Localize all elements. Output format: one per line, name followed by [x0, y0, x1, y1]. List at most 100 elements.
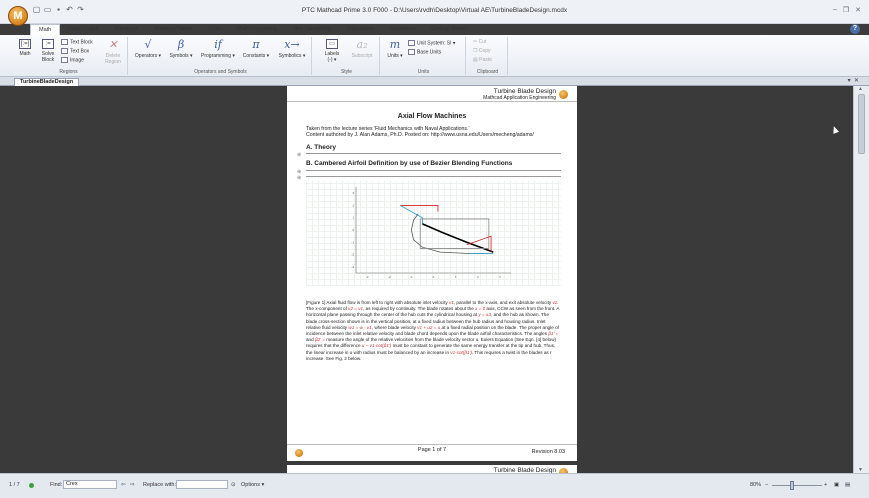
restore-icon[interactable]: ❐: [843, 6, 849, 14]
subscript-button[interactable]: a₂ Subscript: [348, 38, 376, 60]
section-b-heading: B. Cambered Airfoil Definition by use of…: [306, 160, 513, 167]
options-dropdown[interactable]: Options ▾: [241, 481, 264, 489]
help-icon[interactable]: ?: [850, 24, 860, 34]
zoom-in-icon[interactable]: +: [824, 481, 827, 489]
x-tick-label: 3: [499, 275, 501, 279]
caption-text: blade velocity: [388, 324, 416, 330]
caption-text: and: [306, 337, 314, 343]
text-box-button[interactable]: Text Box: [61, 48, 89, 55]
operators-button[interactable]: √ Operators ▾: [134, 39, 162, 60]
minimize-icon[interactable]: –: [833, 6, 837, 14]
text-box-label: Text Box: [70, 48, 90, 55]
replace-input[interactable]: [176, 480, 228, 489]
worksheet-page-2[interactable]: Turbine Blade Design: [287, 465, 577, 473]
caption-var-xaxis: x = 0: [475, 306, 486, 312]
tab-math-formatting[interactable]: Math Formatting: [229, 24, 285, 35]
image-label: Image: [70, 57, 84, 64]
solve-block-button[interactable]: := Solve Block: [38, 39, 58, 63]
replace-label: Replace with:: [143, 482, 177, 488]
close-icon[interactable]: ✕: [855, 6, 861, 14]
y-tick-label: 0: [352, 228, 354, 232]
find-next-icon[interactable]: ⇨: [130, 481, 135, 489]
plot-region[interactable]: -3 -3 -2 -2 -1 -1 0 0 1 1 2 2 3 3: [306, 181, 561, 286]
tab-math[interactable]: Math: [30, 24, 61, 35]
operators-group-label: Operators and Symbols: [194, 69, 247, 75]
unit-system-dropdown[interactable]: Unit System: SI ▾: [408, 40, 455, 47]
subscript-label: Subscript: [351, 53, 373, 59]
labels-button[interactable]: ▭ Labels (-) ▾: [322, 39, 342, 63]
symbols-button[interactable]: β Symbols ▾: [168, 39, 194, 60]
zoom-level: 80%: [750, 482, 762, 488]
window-title: PTC Mathcad Prime 3.0 F000 - D:\Users\rv…: [301, 7, 568, 14]
delete-region-label: Delete Region: [105, 53, 121, 65]
page-view-icon[interactable]: ▣: [834, 481, 839, 489]
close-document-icon[interactable]: ✕: [854, 78, 859, 84]
image-button[interactable]: Image: [61, 57, 84, 64]
figure-caption: [Figure 1] Axial fluid flow is from left…: [306, 300, 560, 361]
find-prev-icon[interactable]: ⇦: [121, 481, 126, 489]
operators-label: Operators: [134, 53, 158, 59]
replace-icon[interactable]: ⊙: [231, 481, 236, 489]
calc-status-icon: [29, 483, 34, 488]
caption-text: velocity: [535, 300, 552, 305]
xy-plot[interactable]: -3 -3 -2 -2 -1 -1 0 0 1 1 2 2 3 3: [306, 181, 561, 286]
vertical-scrollbar[interactable]: ▲ ▼: [853, 86, 869, 473]
tab-text-formatting[interactable]: Text Formatting: [285, 24, 339, 35]
zoom-slider-thumb[interactable]: [790, 481, 794, 490]
y-tick-label: -3: [351, 265, 354, 269]
tab-input-output[interactable]: Input/Output: [60, 24, 106, 35]
units-label: Units: [387, 53, 399, 59]
copy-button[interactable]: ❐ Copy: [473, 48, 491, 55]
plot-series-1: [400, 205, 423, 224]
constants-button[interactable]: π Constants ▾: [241, 39, 271, 60]
find-input[interactable]: Crex: [63, 480, 117, 489]
y-tick-label: -1: [351, 240, 354, 244]
symbols-label: Symbols: [169, 53, 189, 59]
paste-label: Paste: [479, 57, 492, 63]
worksheet-page[interactable]: Turbine Blade Design Mathcad Application…: [287, 86, 577, 461]
zoom-out-icon[interactable]: −: [765, 481, 768, 489]
header-logo-icon: [559, 90, 568, 99]
symbolics-button[interactable]: x→ Symbolics ▾: [276, 39, 308, 60]
base-units-button[interactable]: Base Units: [408, 49, 441, 56]
collapsed-area-marker[interactable]: ⊕: [297, 152, 301, 158]
text-block-button[interactable]: Text Block: [61, 39, 93, 46]
tab-list-icon[interactable]: ▾: [848, 78, 851, 84]
scroll-up-icon[interactable]: ▲: [858, 86, 863, 92]
status-bar: 1 / 7 Find: Crex ⇦ ⇨ Replace with: ⊙ Opt…: [0, 473, 869, 498]
math-region-button[interactable]: [:=] Math: [16, 39, 34, 57]
tab-document[interactable]: Document: [382, 24, 423, 35]
tab-plots[interactable]: Plots: [201, 24, 229, 35]
tab-getting-started[interactable]: Getting Started: [423, 24, 476, 35]
units-group: m Units ▾ Unit System: SI ▾ Base Units U…: [382, 37, 466, 75]
footer-rule: [287, 444, 577, 445]
delete-icon: ✕: [108, 38, 118, 51]
math-label: Math: [19, 51, 31, 57]
x-tick-label: 1: [455, 275, 457, 279]
constants-label: Constants: [242, 53, 266, 59]
area-marker-2[interactable]: ⊕: [297, 175, 301, 181]
labels-value: (-): [327, 57, 333, 63]
programming-button[interactable]: if Programming ▾: [200, 39, 236, 60]
tab-functions[interactable]: Functions: [107, 24, 147, 35]
subscript-icon: a₂: [356, 38, 368, 51]
worksheet-area[interactable]: Turbine Blade Design Mathcad Application…: [0, 86, 853, 473]
tab-matrices-tables[interactable]: Matrices/Tables: [146, 24, 200, 35]
app-menu-button[interactable]: M: [8, 6, 28, 26]
tab-calculation[interactable]: Calculation: [339, 24, 382, 35]
zoom-slider-track[interactable]: [772, 485, 822, 486]
scrollbar-thumb[interactable]: [858, 94, 865, 154]
paste-button[interactable]: ▤ Paste: [473, 57, 492, 64]
meter-icon: m: [389, 38, 401, 51]
units-button[interactable]: m Units ▾: [385, 38, 405, 60]
document-tab[interactable]: TurbineBladeDesign: [14, 78, 80, 86]
page-indicator[interactable]: 1 / 7: [9, 481, 20, 489]
delete-region-button[interactable]: ✕ Delete Region: [102, 38, 124, 66]
programming-label: Programming: [201, 53, 232, 59]
cut-button[interactable]: ✂ Cut: [473, 39, 486, 46]
y-tick-label: 1: [352, 216, 354, 220]
draft-view-icon[interactable]: ▤: [845, 481, 850, 489]
text-box-icon: [61, 48, 68, 54]
caption-var-beta2: β2' =: [314, 337, 325, 343]
regions-group: [:=] Math := Solve Block Text Block Text…: [10, 37, 128, 75]
